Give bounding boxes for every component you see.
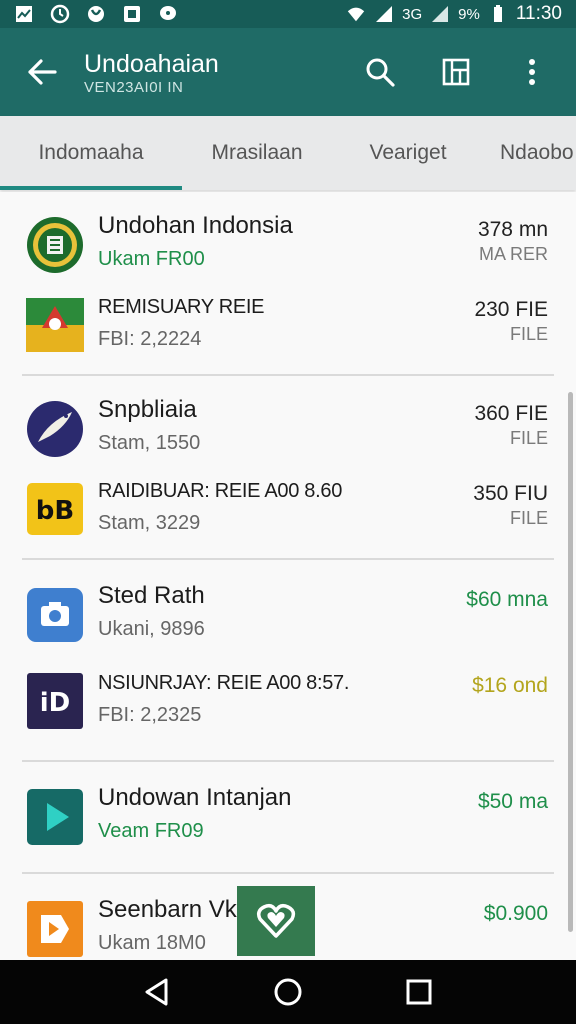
svg-text:bB: bB [36,496,74,526]
triangle-back-icon [145,978,168,1006]
item-unit: FILE [509,508,548,528]
item-title: Sted Rath [98,582,205,609]
item-meta: Ukani, 9896 [98,618,205,640]
emblem-icon [26,216,84,274]
battery-icon [488,4,508,24]
tab-label: Ndaobo [500,141,574,164]
calendar-notification-icon [122,4,142,24]
item-title: Snpbliaia [98,396,197,423]
item-meta: Stam, 3229 [98,512,201,534]
more-vert-icon [529,59,535,85]
wifi-icon [346,4,366,24]
item-unit: MA RER [478,244,548,264]
tab-ndaobo[interactable]: Ndaobo [484,116,576,190]
tab-bar: Indomaaha Mrasilaan Veariget Ndaobo [0,116,576,190]
item-unit: FILE [509,428,548,448]
list-item[interactable]: Snpbliaia Stam, 1550 360 FIE FILE [0,390,576,460]
clock-text: 11:30 [515,3,562,24]
item-price: $16 ond [472,674,548,697]
svg-text:iD: iD [40,688,71,718]
divider [22,558,554,560]
square-recents-icon [406,979,432,1005]
list-item[interactable]: iD NSIUNRJAY: REIE A00 8:57. FBI: 2,2325… [0,662,576,732]
item-price: 350 FIU [473,482,548,505]
nav-home-button[interactable] [260,964,316,1020]
bird-icon [26,400,84,458]
list-item[interactable]: REMISUARY REIE FBI: 2,2224 230 FIE FILE [0,286,576,356]
app-screen: 3G 9% 11:30 Undoahaian VEN23AI0I IN Indo… [0,0,576,1024]
tab-veariget[interactable]: Veariget [332,116,484,190]
divider [22,374,554,376]
item-price: $0.900 [483,902,548,925]
item-price: $50 ma [477,790,548,813]
tag-play-icon [26,900,84,958]
battery-percent-text: 9% [458,5,480,23]
tab-label: Indomaaha [38,141,144,164]
item-list: Undohan Indonsia Ukam FR00 378 mn MA RER… [0,192,576,960]
active-tab-indicator [0,186,182,190]
heart-shield-icon [256,903,296,938]
item-price: 230 FIE [474,298,548,321]
item-title: Seenbarn Vk [98,896,237,923]
list-item[interactable]: bB RAIDIBUAR: REIE A00 8.60 Stam, 3229 3… [0,470,576,540]
item-meta: Stam, 1550 [98,432,201,454]
more-options-button[interactable] [508,48,556,96]
tab-label: Veariget [369,141,447,164]
camera-icon [26,586,84,644]
page-subtitle: VEN23AI0I IN [84,79,184,96]
divider [22,872,554,874]
item-meta: FBI: 2,2325 [98,704,202,726]
arrow-back-icon [28,59,57,85]
app-notification-icon [86,4,106,24]
page-title: Undoahaian [84,50,219,78]
item-title: Undohan Indonsia [98,212,293,239]
item-meta: Ukam FR00 [98,248,205,270]
scrollbar[interactable] [568,392,573,932]
item-title: Undowan Intanjan [98,784,292,811]
item-price: 378 mn [477,218,548,241]
view-layout-icon [442,58,470,86]
tab-indomaaha[interactable]: Indomaaha [0,116,182,190]
tab-label: Mrasilaan [211,141,303,164]
circle-home-icon [274,978,302,1006]
favorite-button[interactable] [237,886,315,956]
item-title: NSIUNRJAY: REIE A00 8:57. [98,672,350,694]
flag-emblem-icon [26,296,84,354]
bb-logo-icon: bB [26,480,84,538]
item-meta: FBI: 2,2224 [98,328,202,350]
nav-recents-button[interactable] [391,964,447,1020]
tab-mrasilaan[interactable]: Mrasilaan [182,116,332,190]
status-bar: 3G 9% 11:30 [0,0,576,28]
divider [22,760,554,762]
chat-notification-icon [158,4,178,24]
signal-icon [374,4,394,24]
layout-button[interactable] [432,48,480,96]
item-title: RAIDIBUAR: REIE A00 8.60 [98,480,343,502]
app-toolbar: Undoahaian VEN23AI0I IN [0,28,576,116]
system-nav-bar [0,960,576,1024]
search-icon [366,58,395,87]
list-item[interactable]: Undohan Indonsia Ukam FR00 378 mn MA RER [0,206,576,276]
item-meta: Veam FR09 [98,820,204,842]
item-price: $60 mna [466,588,548,611]
list-item[interactable]: Undowan Intanjan Veam FR09 $50 ma [0,778,576,848]
nav-back-button[interactable] [129,964,185,1020]
item-price: 360 FIE [474,402,548,425]
item-title: REMISUARY REIE [98,296,265,318]
signal-secondary-icon [430,4,450,24]
item-meta: Ukam 18M0 [98,932,206,954]
play-icon [26,788,84,846]
clock-notification-icon [50,4,70,24]
back-button[interactable] [0,28,84,116]
list-item[interactable]: Sted Rath Ukani, 9896 $60 mna [0,576,576,646]
search-button[interactable] [356,48,404,96]
item-unit: FILE [509,324,548,344]
network-type-text: 3G [402,5,423,23]
id-logo-icon: iD [26,672,84,730]
chart-notification-icon [14,4,34,24]
